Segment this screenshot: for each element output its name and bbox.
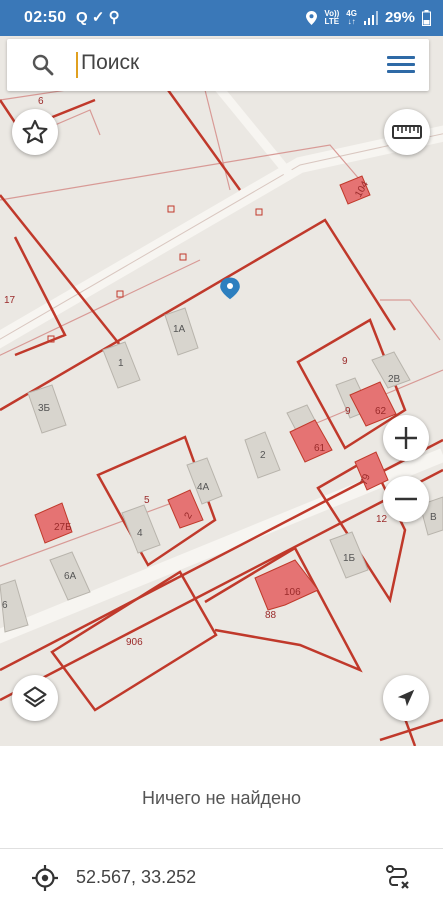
plot-label: 1А bbox=[173, 324, 186, 335]
plot-label: 906 bbox=[126, 637, 143, 648]
map-canvas[interactable]: 6 104 17 1А 1 3Б 9 2В 9 62 61 2 4А 5 4 2… bbox=[0, 36, 443, 746]
search-bar[interactable]: Поиск bbox=[7, 39, 429, 91]
network-indicator: 4G ↓↑ bbox=[346, 8, 357, 26]
plot-label: 4А bbox=[197, 482, 210, 493]
layers-icon bbox=[23, 686, 47, 708]
plot-label: 62 bbox=[375, 406, 387, 417]
navigation-arrow-icon bbox=[397, 689, 415, 707]
route-clear-icon[interactable] bbox=[384, 864, 412, 892]
cadastral-map[interactable]: 6 104 17 1А 1 3Б 9 2В 9 62 61 2 4А 5 4 2… bbox=[0, 36, 443, 746]
signal-icon bbox=[363, 10, 378, 25]
zoom-in-button[interactable] bbox=[383, 415, 429, 461]
zoom-out-button[interactable] bbox=[383, 476, 429, 522]
crosshair-icon[interactable] bbox=[31, 864, 59, 892]
battery-icon bbox=[422, 9, 431, 26]
volte-indicator: Vo)) LTE bbox=[324, 8, 340, 26]
coordinates-readout[interactable]: 52.567, 33.252 bbox=[76, 867, 196, 888]
ruler-button[interactable] bbox=[384, 109, 430, 155]
plot-label: 106 bbox=[284, 587, 301, 598]
minus-icon bbox=[395, 497, 417, 501]
star-icon bbox=[22, 119, 48, 144]
plus-icon bbox=[395, 427, 417, 449]
search-icon[interactable] bbox=[31, 53, 55, 77]
menu-icon[interactable] bbox=[387, 53, 415, 77]
plot-label: 12 bbox=[376, 514, 388, 525]
battery-percent: 29% bbox=[384, 9, 415, 26]
status-notification-icons: Q ✓ ⚲ bbox=[76, 9, 120, 26]
favorites-button[interactable] bbox=[12, 109, 58, 155]
plot-label: 5 bbox=[144, 495, 150, 506]
plot-label: 9 bbox=[342, 356, 348, 367]
plot-label: 17 bbox=[4, 295, 16, 306]
plot-label: 6 bbox=[38, 96, 44, 107]
my-location-button[interactable] bbox=[383, 675, 429, 721]
plot-label: 88 bbox=[265, 610, 277, 621]
plot-label: 4 bbox=[137, 528, 143, 539]
plot-label: В bbox=[430, 512, 437, 523]
plot-label: 61 bbox=[314, 443, 326, 454]
empty-results-message: Ничего не найдено bbox=[141, 788, 302, 808]
divider bbox=[0, 848, 443, 849]
plot-label: 6 bbox=[2, 600, 8, 611]
plot-label: 2В bbox=[388, 374, 401, 385]
location-status-icon bbox=[306, 10, 318, 25]
ruler-icon bbox=[392, 125, 422, 139]
location-pin-icon[interactable] bbox=[220, 277, 240, 300]
plot-label: 2 bbox=[260, 450, 266, 461]
plot-label: 6А bbox=[64, 571, 77, 582]
status-bar: 02:50 Q ✓ ⚲ Vo)) LTE 4G ↓↑ 29% bbox=[0, 0, 443, 36]
plot-label: 3Б bbox=[38, 403, 51, 414]
layers-button[interactable] bbox=[12, 675, 58, 721]
plot-label: 27Б bbox=[54, 522, 72, 533]
status-time: 02:50 bbox=[24, 9, 67, 26]
search-input[interactable]: Поиск bbox=[81, 51, 139, 75]
results-panel: Ничего не найдено 52.567, 33.252 bbox=[0, 746, 443, 910]
text-cursor bbox=[76, 52, 78, 78]
plot-label: 9 bbox=[345, 406, 351, 417]
plot-label: 1 bbox=[118, 358, 124, 369]
plot-label: 1Б bbox=[343, 553, 356, 564]
